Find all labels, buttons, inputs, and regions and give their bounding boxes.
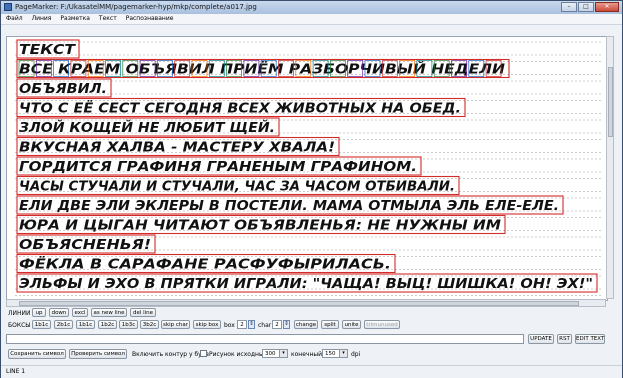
contour-checkbox[interactable] (200, 350, 207, 357)
menu-bar: Файл Линия Разметка Текст Распознавание (1, 14, 622, 25)
source-picture-label: Рисунок исходный (209, 351, 268, 358)
chevron-down-icon[interactable]: ▾ (339, 350, 347, 357)
document-image[interactable]: ТЕКСТВСЕ КРАЕМ ОБЪЯВИЛ ПРИЁМ РАЗБОРЧИВЫЙ… (7, 37, 607, 300)
handwritten-line: ЧТО С ЕЁ СЕСТ СЕГОДНЯ ВСЕХ ЖИВОТНЫХ НА О… (19, 101, 461, 117)
final-dpi-value: 150 (325, 351, 336, 357)
contour-label: Включить контур у букв (132, 351, 209, 358)
handwritten-line: ЕЛИ ДВЕ ЭЛИ ЭКЛЕРЫ В ПОСТЕЛИ. МАМА ОТМЫЛ… (19, 199, 559, 214)
horizontal-scroll-thumb[interactable] (19, 301, 579, 306)
handwritten-line: ОБЪЯСНЕНЬЯ! (19, 238, 151, 253)
box-spin-icon[interactable]: ⇕ (248, 320, 255, 329)
menu-recognition[interactable]: Распознавание (121, 14, 178, 24)
window-controls: – □ ✕ (560, 2, 619, 12)
rst-button[interactable]: RST (557, 334, 572, 344)
handwritten-line: ФЁКЛА В САРАФАНЕ РАСФУФЫРИЛАСЬ. (19, 257, 391, 273)
handwritten-line: ОБЪЯВИЛ. (19, 82, 107, 97)
minimize-icon[interactable]: – (561, 2, 577, 12)
source-dpi-select[interactable]: 300 ▾ (262, 349, 288, 358)
change-button[interactable]: change (294, 320, 318, 329)
box-1b3c-button[interactable]: 1b3c (119, 320, 138, 329)
update-button[interactable]: UPDATE (528, 334, 554, 344)
char-label: char (258, 322, 272, 329)
split-button[interactable]: split (321, 320, 339, 329)
handwritten-line: ВКУСНАЯ ХАЛВА - МАСТЕРУ ХВАЛА! (19, 141, 335, 156)
menu-text[interactable]: Текст (94, 14, 121, 24)
menu-file[interactable]: Файл (1, 14, 27, 24)
status-bar: LINE 1 (1, 365, 622, 378)
as-new-line-button[interactable]: as new line (91, 308, 127, 317)
chevron-down-icon[interactable]: ▾ (279, 350, 287, 357)
handwritten-line: ЧАСЫ СТУЧАЛИ И СТУЧАЛИ, ЧАС ЗА ЧАСОМ ОТБ… (19, 180, 455, 195)
edit-text-button[interactable]: EDIT TEXT (575, 334, 605, 344)
skip-box-button[interactable]: skip box (193, 320, 221, 329)
line-excl-button[interactable]: excl (72, 308, 88, 317)
status-text: LINE 1 (6, 368, 26, 375)
line-down-button[interactable]: down (49, 308, 69, 317)
box-3b2c-button[interactable]: 3b2c (140, 320, 159, 329)
box-number-field[interactable]: 2 (237, 320, 247, 329)
line-up-button[interactable]: up (32, 308, 46, 317)
app-window: PageMarker: F:/UkasatelMM/pagemarker-hyp… (0, 0, 623, 378)
box-1b1c-second-button[interactable]: 1b1c (76, 320, 95, 329)
save-symbol-button[interactable]: Сохранить символ (8, 349, 66, 359)
handwritten-line: ЮРА И ЦЫГАН ЧИТАЮТ ОБЪЯВЛЕНЬЯ: НЕ НУЖНЫ … (19, 219, 501, 234)
menu-markup[interactable]: Разметка (55, 14, 94, 24)
check-symbol-button[interactable]: Проверить символ (69, 349, 127, 359)
dpi-label: dpi (351, 351, 361, 358)
unite-button[interactable]: unite (342, 320, 361, 329)
final-label: конечный (291, 351, 323, 358)
title-bar[interactable]: PageMarker: F:/UkasatelMM/pagemarker-hyp… (1, 1, 622, 14)
source-dpi-value: 300 (265, 351, 276, 357)
lines-label: ЛИНИИ (8, 310, 31, 317)
final-dpi-select[interactable]: 150 ▾ (322, 349, 348, 358)
skip-char-button[interactable]: skip char (161, 320, 190, 329)
box-2b1c-button[interactable]: 2b1c (54, 320, 73, 329)
handwritten-line: ЭЛЬФЫ И ЭХО В ПРЯТКИ ИГРАЛИ: "ЧАЩА! ВЫЦ!… (19, 277, 593, 292)
handwritten-line: ЗЛОЙ КОЩЕЙ НЕ ЛЮБИТ ЩЕЙ. (19, 120, 275, 136)
box-label: box (224, 322, 235, 329)
boxes-label: БОКСЫ (8, 322, 31, 329)
menu-line[interactable]: Линия (27, 14, 56, 24)
recognized-text-input[interactable] (6, 334, 524, 344)
window-title: PageMarker: F:/UkasatelMM/pagemarker-hyp… (15, 3, 257, 11)
box-1b2c-button[interactable]: 1b2c (98, 320, 117, 329)
close-icon[interactable]: ✕ (595, 2, 619, 12)
page-canvas[interactable]: ТЕКСТ ВСЕ КРАЕМ ОБЪЯВИЛ ПРИЁМ РАЗБОРЧИВЫЙ… (6, 36, 608, 301)
trimunused-button[interactable]: trimunused (364, 320, 400, 329)
app-icon (4, 3, 12, 11)
del-line-button[interactable]: del line (130, 308, 156, 317)
vertical-scrollbar[interactable] (606, 36, 614, 299)
box-1b1c-button[interactable]: 1b1c (32, 320, 51, 329)
char-number-field[interactable]: 2 (272, 320, 282, 329)
handwritten-line: ГОРДИТСЯ ГРАФИНЯ ГРАНЕНЫМ ГРАФИНОМ. (19, 160, 417, 175)
horizontal-scrollbar[interactable] (6, 299, 606, 307)
vertical-scroll-thumb[interactable] (608, 67, 613, 137)
char-spin-icon[interactable]: ⇕ (283, 320, 290, 329)
handwritten-line: ТЕКСТ (19, 43, 76, 58)
maximize-icon[interactable]: □ (578, 2, 594, 12)
